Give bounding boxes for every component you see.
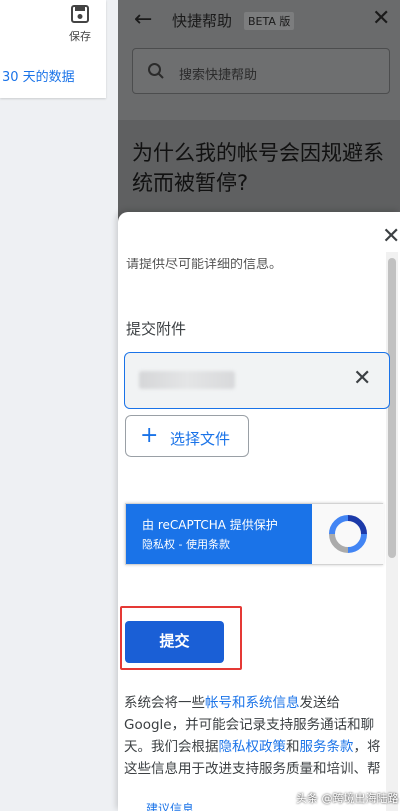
notice-text-3: 和	[286, 739, 300, 755]
toolbar-card: 保存 30 天的数据	[0, 0, 106, 98]
plus-icon: +	[140, 423, 159, 448]
search-placeholder: 搜索快捷帮助	[179, 68, 258, 83]
choose-file-label: 选择文件	[170, 430, 231, 448]
article-title: 为什么我的帐号会因规避系统而被暂停?	[132, 141, 384, 195]
form-hint-text: 请提供尽可能详细的信息。	[126, 258, 283, 270]
attachment-label: 提交附件	[126, 320, 187, 338]
date-range-label[interactable]: 30 天的数据	[2, 66, 75, 85]
help-search-input[interactable]: 搜索快捷帮助	[132, 48, 390, 94]
scrollbar-thumb[interactable]	[388, 258, 396, 558]
help-title: 快捷帮助	[172, 12, 233, 30]
watermark: 头条 @跨境出海陆路	[296, 792, 399, 805]
save-icon	[71, 5, 89, 23]
contact-form-sheet: ✕ 请提供尽可能详细的信息。 提交附件 ✕ + 选择文件 由 reCAPTCHA…	[118, 212, 400, 811]
beta-badge: BETA 版	[244, 12, 295, 30]
save-button[interactable]: 保存	[58, 2, 102, 48]
close-icon[interactable]: ✕	[382, 226, 400, 248]
recaptcha-logo-icon	[312, 504, 384, 564]
left-app-pane: 保存 30 天的数据	[0, 0, 118, 811]
suggestion-link[interactable]: 建议信息	[146, 800, 194, 811]
remove-file-icon[interactable]: ✕	[353, 367, 371, 391]
recaptcha-badge[interactable]: 由 reCAPTCHA 提供保护 隐私权 - 使用条款	[125, 503, 384, 565]
notice-text-1: 系统会将一些	[124, 695, 205, 711]
help-header: ← 快捷帮助 BETA 版 ✕ 搜索快捷帮助	[118, 0, 400, 120]
attached-file-field[interactable]: ✕	[124, 352, 390, 409]
account-info-link[interactable]: 帐号和系统信息	[205, 695, 300, 711]
terms-of-service-link[interactable]: 服务条款	[300, 739, 354, 755]
choose-file-button[interactable]: + 选择文件	[125, 415, 249, 457]
back-arrow-icon[interactable]: ←	[134, 8, 158, 32]
search-icon	[148, 63, 164, 79]
recaptcha-links[interactable]: 隐私权 - 使用条款	[142, 536, 230, 552]
privacy-notice: 系统会将一些帐号和系统信息发送给 Google，并可能会记录支持服务通话和聊天。…	[124, 692, 382, 780]
help-close-icon[interactable]: ✕	[372, 6, 390, 31]
recaptcha-title: 由 reCAPTCHA 提供保护	[142, 518, 278, 532]
blurred-filename	[139, 371, 235, 389]
submit-button[interactable]: 提交	[125, 621, 224, 663]
save-label: 保存	[69, 30, 91, 43]
privacy-policy-link[interactable]: 隐私权政策	[219, 739, 287, 755]
